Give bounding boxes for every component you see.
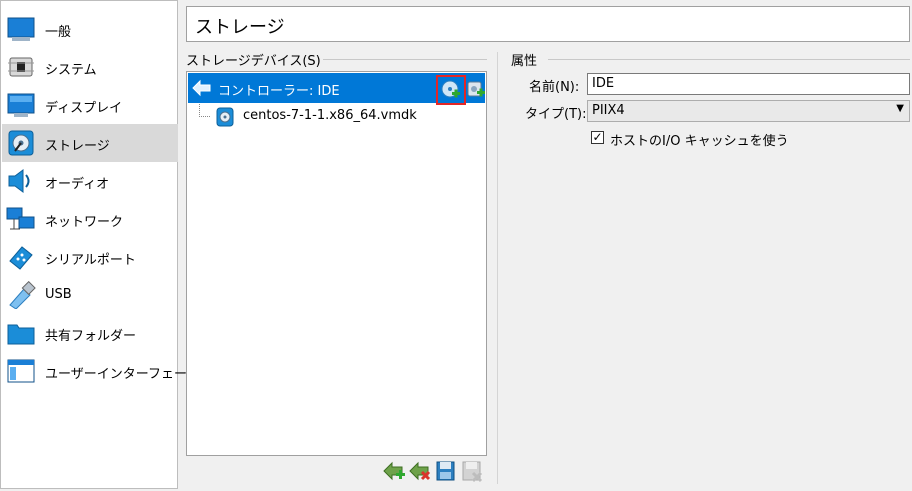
ide-controller-icon [192,79,211,97]
sidebar-item-label: オーディオ [45,177,110,192]
sidebar-item-audio[interactable]: オーディオ [2,162,178,200]
type-select[interactable]: PIIX4 ▼ [587,100,910,122]
page-title: ストレージ [195,17,285,38]
sidebar-item-network[interactable]: ネットワーク [2,200,178,238]
sidebar-item-storage[interactable]: ストレージ [2,124,178,162]
sidebar-item-system[interactable]: システム [2,48,178,86]
general-icon [7,17,35,41]
sidebar-item-label: シリアルポート [45,253,136,268]
sidebar-item-serial-port[interactable]: シリアルポート [2,238,178,276]
chevron-down-icon: ▼ [896,103,904,114]
type-select-value: PIIX4 [592,103,625,118]
sidebar-item-shared-folders[interactable]: 共有フォルダー [2,314,178,352]
sidebar-item-label: ストレージ [45,139,110,154]
page-title-box: ストレージ [186,6,910,42]
tree-item-disk-label[interactable]: centos-7-1-1.x86_64.vmdk [243,108,417,123]
sidebar-item-label: 共有フォルダー [45,329,137,344]
display-icon [7,93,35,117]
remove-attachment-button[interactable] [460,459,484,483]
pane-separator [497,52,498,484]
add-optical-drive-button[interactable] [436,75,466,105]
add-optical-drive-icon [441,80,460,98]
tree-row-controller[interactable]: コントローラー: IDE [188,73,486,105]
system-icon [8,57,34,77]
name-field[interactable]: IDE [587,73,910,95]
sidebar-item-label: USB [45,287,72,302]
tree-connector [199,104,210,117]
audio-icon [8,169,30,193]
host-io-cache-checkbox[interactable]: ✓ [591,131,604,144]
sidebar-item-display[interactable]: ディスプレイ [2,86,178,124]
serial-port-icon [9,246,33,270]
add-attachment-button[interactable] [434,459,458,483]
controller-label: コントローラー: IDE [218,84,340,99]
network-icon [6,207,35,230]
remove-controller-button[interactable] [408,459,432,483]
sidebar-item-label: ディスプレイ [45,101,123,116]
host-io-cache-label: ホストのI/O キャッシュを使う [610,134,789,149]
sidebar-item-label: 一般 [45,25,72,40]
user-interface-icon [7,359,35,383]
sidebar-item-usb[interactable]: USB [2,276,178,314]
checkmark-icon: ✓ [592,130,603,144]
storage-devices-label: ストレージデバイス(S) [186,50,325,69]
add-controller-button[interactable] [382,459,406,483]
type-label: タイプ(T): [525,107,587,122]
sidebar-item-label: ユーザーインターフェース [45,367,200,382]
sidebar-item-label: ネットワーク [45,215,124,230]
attributes-label: 属性 [511,50,542,69]
divider [548,59,910,60]
divider [323,59,487,60]
sidebar-item-label: システム [45,63,97,78]
usb-icon [9,281,36,309]
sidebar-item-general[interactable]: 一般 [2,10,178,48]
shared-folder-icon [7,324,35,345]
storage-tree[interactable]: コントローラー: IDE centos-7-1-1.x86_64.vmdk [186,71,487,456]
hard-disk-icon [216,107,234,127]
settings-sidebar: 一般 システム ディスプレイ ストレージ オーディオ ネットワーク シリアルポー… [0,0,199,489]
sidebar-item-user-interface[interactable]: ユーザーインターフェース [2,352,199,390]
add-hard-disk-button[interactable] [466,79,486,99]
storage-icon [8,130,34,156]
name-label: 名前(N): [529,80,580,95]
